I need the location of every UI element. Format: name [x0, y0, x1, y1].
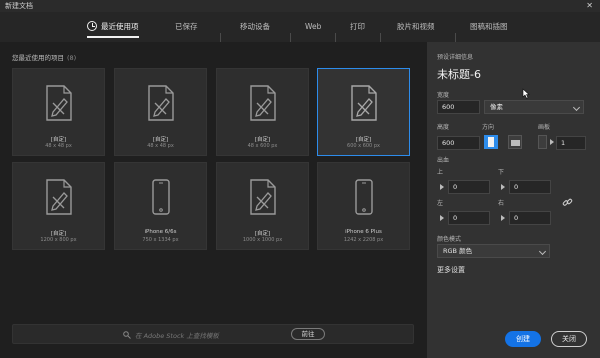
preset-card[interactable]: iPhone 6 Plus 1242 x 2208 px — [317, 162, 410, 250]
portrait-orientation-button[interactable] — [484, 135, 498, 149]
phone-icon — [151, 179, 170, 215]
color-mode-value: RGB 颜色 — [443, 247, 473, 255]
preset-dimensions: 1200 x 800 px — [40, 237, 77, 243]
stepper-arrow-icon[interactable] — [501, 215, 505, 221]
preset-dimensions: 750 x 1334 px — [142, 237, 179, 243]
bleed-label: 出血 — [437, 157, 450, 164]
landscape-orientation-button[interactable] — [508, 135, 522, 149]
tab-mobile[interactable]: 移动设备 — [240, 12, 270, 42]
document-icon — [147, 85, 174, 121]
chevron-down-icon — [538, 247, 547, 256]
height-input[interactable]: 600 — [437, 136, 480, 150]
adobe-stock-search: 在 Adobe Stock 上查找模板 前往 — [12, 324, 414, 344]
recent-section-title: 您最近使用的项目 (8) — [12, 54, 77, 62]
left-bleed-input[interactable]: 0 — [448, 211, 490, 225]
window-title: 新建文档 — [5, 2, 33, 10]
stock-search-input[interactable]: 在 Adobe Stock 上查找模板 — [135, 330, 219, 340]
preset-details-panel: 预设详细信息 未标题-6 宽度 600 像素 高度 方向 画板 600 1 出血… — [427, 42, 600, 358]
tab-art-illustration[interactable]: 图稿和插图 — [470, 12, 508, 42]
phone-icon — [354, 179, 373, 215]
preset-card-selected[interactable]: [自定] 600 x 600 px — [317, 68, 410, 156]
preset-card[interactable]: [自定] 48 x 48 px — [114, 68, 207, 156]
preset-name: iPhone 6 Plus — [345, 229, 382, 235]
chevron-down-icon — [572, 103, 581, 112]
go-button[interactable]: 前往 — [291, 328, 325, 340]
preset-card[interactable]: [自定] 48 x 600 px — [216, 68, 309, 156]
bottom-label: 下 — [498, 169, 505, 176]
document-icon — [249, 179, 276, 215]
height-label: 高度 — [437, 124, 450, 131]
document-icon — [45, 179, 72, 215]
preset-name: [自定] — [355, 137, 372, 143]
tab-print[interactable]: 打印 — [350, 12, 365, 42]
preset-card[interactable]: [自定] 1200 x 800 px — [12, 162, 105, 250]
preset-card[interactable]: iPhone 6/6s 750 x 1334 px — [114, 162, 207, 250]
new-document-dialog: 新建文档 ✕ 最近使用项 已保存 移动设备 Web 打印 胶片和视频 图稿和插图… — [0, 0, 600, 358]
tab-divider — [455, 33, 456, 42]
preset-name: [自定] — [50, 137, 67, 143]
preset-name: [自定] — [50, 231, 67, 237]
artboard-checkbox[interactable] — [538, 135, 547, 149]
bottom-bleed-input[interactable]: 0 — [509, 180, 551, 194]
stepper-arrow-icon[interactable] — [440, 184, 444, 190]
tab-recent[interactable]: 最近使用项 — [87, 12, 139, 42]
document-icon — [249, 85, 276, 121]
tab-saved[interactable]: 已保存 — [175, 12, 198, 42]
tab-web[interactable]: Web — [305, 12, 321, 42]
preset-dimensions: 48 x 48 px — [147, 143, 174, 149]
top-label: 上 — [437, 169, 444, 176]
tab-film-video[interactable]: 胶片和视频 — [397, 12, 435, 42]
stepper-arrow-icon[interactable] — [501, 184, 505, 190]
tab-label: 最近使用项 — [101, 22, 139, 31]
preset-details-title: 预设详细信息 — [437, 54, 474, 61]
width-input[interactable]: 600 — [437, 100, 480, 114]
artboard-label: 画板 — [538, 124, 551, 131]
landscape-icon — [511, 140, 520, 146]
preset-dimensions: 1242 x 2208 px — [343, 237, 384, 243]
preset-dimensions: 1000 x 1000 px — [242, 237, 283, 243]
tab-divider — [220, 33, 221, 42]
artboard-input[interactable]: 1 — [556, 136, 586, 150]
top-bleed-input[interactable]: 0 — [448, 180, 490, 194]
portrait-icon — [488, 137, 494, 147]
active-tab-underline — [87, 36, 139, 38]
color-mode-label: 颜色模式 — [437, 236, 462, 243]
tab-divider — [380, 33, 381, 42]
orientation-label: 方向 — [482, 124, 495, 131]
preset-name: iPhone 6/6s — [144, 229, 177, 235]
preset-name: [自定] — [254, 231, 271, 237]
recent-items-panel: 您最近使用的项目 (8) [自定] 48 x 48 px [自定] 48 x 48… — [0, 42, 427, 358]
more-settings-link[interactable]: 更多设置 — [437, 265, 465, 275]
unit-value: 像素 — [490, 103, 503, 111]
close-icon[interactable]: ✕ — [586, 0, 593, 12]
clock-icon — [87, 21, 97, 31]
recent-count: (8) — [67, 54, 77, 62]
preset-name: [自定] — [254, 137, 271, 143]
link-icon[interactable] — [562, 197, 573, 208]
stepper-arrow-icon[interactable] — [440, 215, 444, 221]
color-mode-select[interactable]: RGB 颜色 — [437, 244, 550, 258]
stepper-arrow-icon[interactable] — [550, 139, 554, 145]
mouse-cursor-icon — [522, 88, 530, 99]
right-label: 右 — [498, 200, 505, 207]
document-name-field[interactable]: 未标题-6 — [437, 66, 481, 82]
width-label: 宽度 — [437, 92, 450, 99]
document-icon — [45, 85, 72, 121]
search-icon — [123, 331, 131, 339]
preset-name: [自定] — [152, 137, 169, 143]
create-button[interactable]: 创建 — [505, 331, 541, 347]
preset-card[interactable]: [自定] 48 x 48 px — [12, 68, 105, 156]
tab-divider — [290, 33, 291, 42]
preset-card[interactable]: [自定] 1000 x 1000 px — [216, 162, 309, 250]
close-button[interactable]: 关闭 — [551, 331, 587, 347]
tab-divider — [335, 33, 336, 42]
preset-dimensions: 600 x 600 px — [347, 143, 380, 149]
left-label: 左 — [437, 200, 444, 207]
preset-dimensions: 48 x 600 px — [247, 143, 278, 149]
preset-dimensions: 48 x 48 px — [45, 143, 72, 149]
document-icon — [350, 85, 377, 121]
category-tabs: 最近使用项 已保存 移动设备 Web 打印 胶片和视频 图稿和插图 — [0, 12, 600, 42]
unit-select[interactable]: 像素 — [484, 100, 584, 114]
right-bleed-input[interactable]: 0 — [509, 211, 551, 225]
